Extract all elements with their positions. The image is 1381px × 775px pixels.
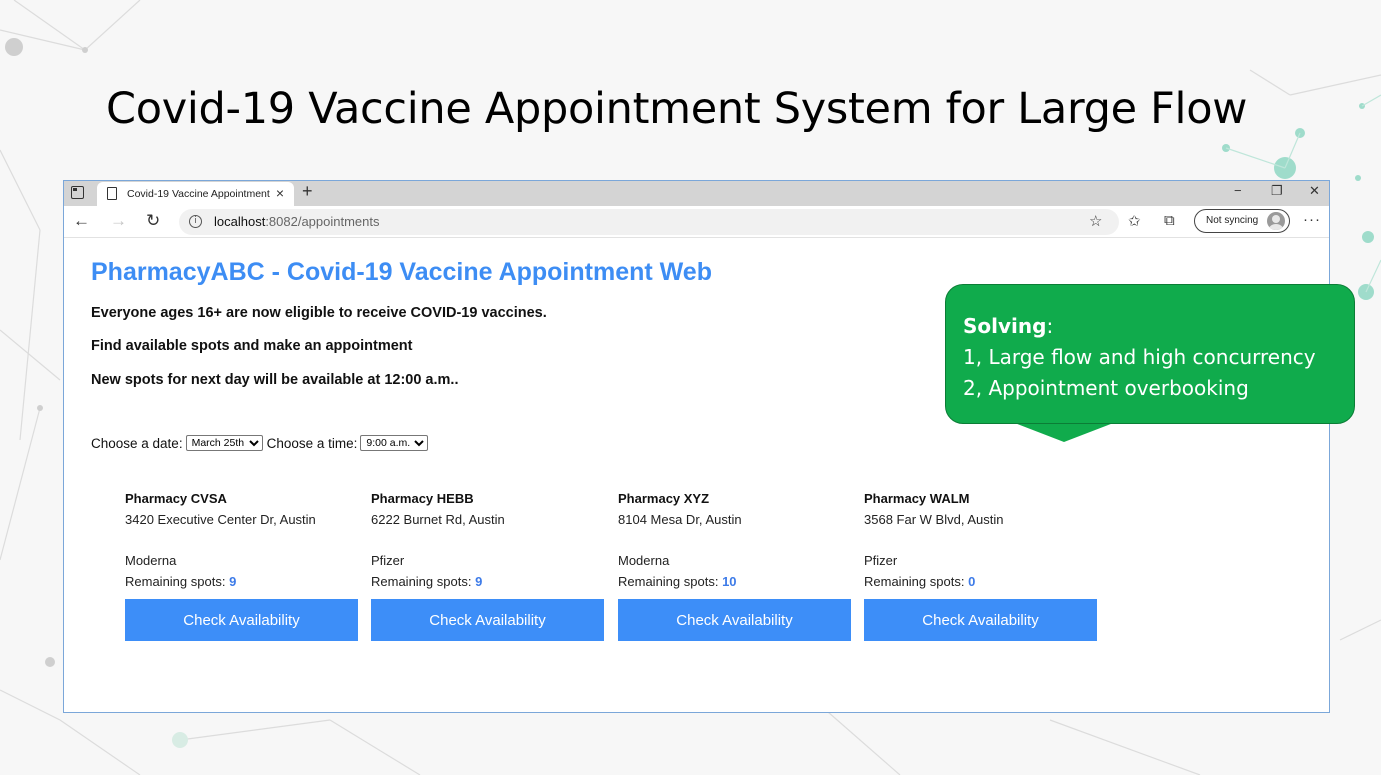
spots-count: 9 [229, 574, 237, 589]
pharmacy-address: 3420 Executive Center Dr, Austin [125, 512, 316, 527]
profile-sync-button[interactable]: Not syncing [1194, 209, 1290, 233]
spots-label: Remaining spots: [864, 574, 965, 589]
pharmacy-address: 6222 Burnet Rd, Austin [371, 512, 505, 527]
time-label: Choose a time: [266, 435, 358, 451]
vaccine-type: Pfizer [864, 553, 898, 568]
remaining-spots: Remaining spots: 0 [864, 574, 1097, 589]
address-bar: ← → ↻ i localhost:8082/appointments ☆ ✩ … [64, 206, 1329, 238]
vaccine-type: Moderna [618, 553, 670, 568]
tab-bar: Covid-19 Vaccine Appointment × + − ❐ ✕ [64, 181, 1329, 206]
restore-button[interactable]: ❐ [1271, 183, 1283, 199]
spots-label: Remaining spots: [618, 574, 719, 589]
site-info-icon[interactable]: i [189, 215, 202, 228]
spots-count: 9 [475, 574, 483, 589]
favorites-icon[interactable]: ✩ [1128, 212, 1141, 230]
check-availability-button[interactable]: Check Availability [125, 599, 358, 641]
close-tab-icon[interactable]: × [276, 185, 284, 201]
time-select[interactable]: 9:00 a.m. [360, 435, 429, 451]
sync-label: Not syncing [1206, 215, 1259, 226]
pharmacy-name: Pharmacy XYZ [618, 491, 710, 506]
callout-item: 1, Large flow and high concurrency [963, 345, 1316, 369]
check-availability-button[interactable]: Check Availability [864, 599, 1097, 641]
page-icon [107, 187, 117, 200]
date-label: Choose a date: [91, 435, 183, 451]
pharmacy-name: Pharmacy CVSA [125, 491, 227, 506]
pharmacy-card: Pharmacy XYZ 8104 Mesa Dr, Austin Modern… [618, 491, 851, 641]
spots-label: Remaining spots: [371, 574, 472, 589]
spots-count: 10 [722, 574, 737, 589]
url-field[interactable]: i localhost:8082/appointments [179, 209, 1119, 235]
add-favorite-icon[interactable]: ☆ [1089, 212, 1102, 230]
slide-title: Covid-19 Vaccine Appointment System for … [106, 84, 1248, 134]
remaining-spots: Remaining spots: 9 [371, 574, 604, 589]
spots-count: 0 [968, 574, 976, 589]
date-time-chooser: Choose a date: March 25th Choose a time:… [91, 435, 432, 451]
collections-icon[interactable]: ⧉ [1164, 212, 1175, 229]
back-button[interactable]: ← [73, 211, 90, 231]
close-window-button[interactable]: ✕ [1309, 183, 1320, 199]
eligibility-text: Everyone ages 16+ are now eligible to re… [91, 305, 547, 321]
browser-window: Covid-19 Vaccine Appointment × + − ❐ ✕ ←… [63, 180, 1330, 713]
pharmacy-name: Pharmacy WALM [864, 491, 970, 506]
spots-label: Remaining spots: [125, 574, 226, 589]
tab-appointments[interactable]: Covid-19 Vaccine Appointment × [97, 182, 294, 206]
tab-title: Covid-19 Vaccine Appointment [127, 188, 270, 200]
avatar [1267, 212, 1285, 230]
pharmacy-name: Pharmacy HEBB [371, 491, 474, 506]
solving-callout: Solving: 1, Large flow and high concurre… [945, 284, 1355, 424]
tab-actions-icon[interactable] [71, 186, 84, 199]
vaccine-type: Moderna [125, 553, 177, 568]
remaining-spots: Remaining spots: 9 [125, 574, 358, 589]
remaining-spots: Remaining spots: 10 [618, 574, 851, 589]
instruction-text: Find available spots and make an appoint… [91, 338, 413, 354]
url-text: localhost:8082/appointments [214, 214, 380, 229]
url-host: localhost [214, 214, 266, 229]
callout-heading-line: Solving: [963, 311, 1316, 342]
pharmacy-card: Pharmacy HEBB 6222 Burnet Rd, Austin Pfi… [371, 491, 604, 641]
site-title: PharmacyABC - Covid-19 Vaccine Appointme… [91, 258, 712, 286]
new-spots-text: New spots for next day will be available… [91, 372, 459, 388]
callout-item: 2, Appointment overbooking [963, 376, 1249, 400]
callout-heading: Solving [963, 314, 1047, 338]
pharmacy-card: Pharmacy WALM 3568 Far W Blvd, Austin Pf… [864, 491, 1097, 641]
url-path: :8082/appointments [265, 214, 380, 229]
vaccine-type: Pfizer [371, 553, 405, 568]
callout-text: Solving: 1, Large flow and high concurre… [963, 311, 1316, 404]
callout-pointer [1012, 422, 1116, 442]
pharmacy-address: 8104 Mesa Dr, Austin [618, 512, 742, 527]
new-tab-button[interactable]: + [302, 181, 313, 202]
pharmacy-card: Pharmacy CVSA 3420 Executive Center Dr, … [125, 491, 358, 641]
forward-button[interactable]: → [110, 211, 127, 231]
date-select[interactable]: March 25th [185, 435, 263, 451]
callout-colon: : [1046, 314, 1054, 338]
minimize-button[interactable]: − [1234, 183, 1242, 198]
pharmacy-address: 3568 Far W Blvd, Austin [864, 512, 1004, 527]
refresh-button[interactable]: ↻ [146, 211, 160, 231]
check-availability-button[interactable]: Check Availability [618, 599, 851, 641]
check-availability-button[interactable]: Check Availability [371, 599, 604, 641]
more-options-icon[interactable]: ··· [1303, 211, 1321, 228]
